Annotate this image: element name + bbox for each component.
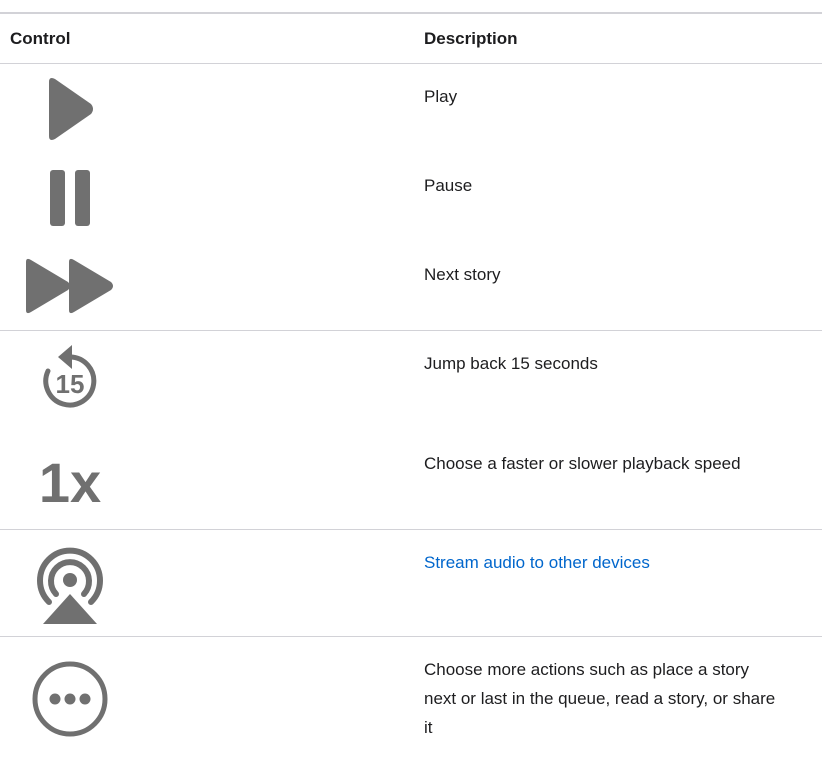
table-row: 1x Choose a faster or slower playback sp… [0, 431, 822, 530]
table-row: Pause [0, 153, 822, 242]
more-actions-icon [10, 637, 130, 761]
description-cell: Pause [424, 176, 473, 195]
next-story-icon [10, 242, 130, 330]
stream-audio-link[interactable]: Stream audio to other devices [424, 553, 650, 572]
airplay-audio-icon [10, 530, 130, 636]
table-row: 15 Jump back 15 seconds [0, 331, 822, 431]
table-row: Play [0, 64, 822, 153]
description-cell: Stream audio to other devices [414, 530, 822, 636]
controls-table: Control Description Play Pause Next stor… [0, 12, 822, 761]
control-cell: 1x [0, 431, 414, 529]
description-cell: Next story [424, 265, 501, 284]
playback-speed-label: 1x [39, 451, 101, 510]
control-cell [0, 530, 414, 636]
control-cell [0, 64, 414, 153]
play-icon [10, 64, 130, 153]
description-cell: Jump back 15 seconds [424, 354, 598, 373]
table-row: Next story [0, 242, 822, 331]
table-row: Stream audio to other devices [0, 530, 822, 637]
jump-back-15-label: 15 [56, 369, 85, 399]
pause-icon [10, 153, 130, 242]
control-cell [0, 637, 414, 761]
description-cell: Choose more actions such as place a stor… [424, 660, 776, 737]
description-cell: Choose a faster or slower playback speed [424, 454, 741, 473]
description-cell: Play [424, 87, 458, 106]
header-description: Description [424, 28, 518, 48]
control-cell [0, 242, 414, 330]
control-cell: 15 [0, 331, 414, 431]
playback-speed-icon: 1x [10, 431, 130, 529]
control-cell [0, 153, 414, 242]
header-control: Control [10, 28, 71, 48]
jump-back-15-icon: 15 [10, 331, 130, 431]
table-header-row: Control Description [0, 14, 822, 64]
table-row: Choose more actions such as place a stor… [0, 637, 822, 761]
